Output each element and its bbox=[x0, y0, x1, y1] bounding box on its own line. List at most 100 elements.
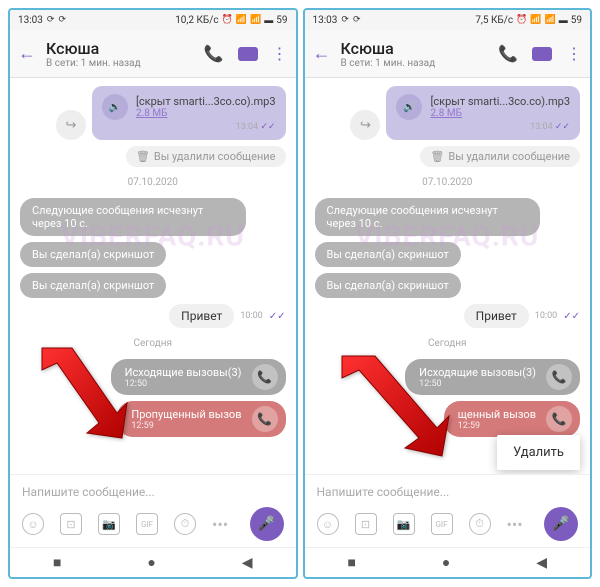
camera-icon[interactable]: 📷 bbox=[393, 513, 415, 535]
msg-time: 13:04 bbox=[530, 122, 552, 132]
more-icon[interactable]: ⋮ bbox=[272, 44, 288, 63]
net-speed: 10,2 КБ/с bbox=[175, 15, 218, 26]
more-icon[interactable]: ••• bbox=[212, 515, 228, 534]
date-divider: Сегодня bbox=[20, 338, 286, 349]
play-icon[interactable]: 🔊 bbox=[396, 94, 422, 120]
missed-call-entry[interactable]: щенный вызов 12:59 📞 bbox=[444, 401, 580, 437]
nav-back-icon[interactable]: ◀ bbox=[242, 555, 253, 571]
date-divider: 07.10.2020 bbox=[20, 177, 286, 188]
alarm-icon: ⏰ bbox=[222, 15, 233, 25]
battery-icon: ▬ bbox=[559, 15, 568, 26]
timer-icon[interactable]: ⏱ bbox=[469, 513, 491, 535]
nav-bar: ■ ● ◀ bbox=[10, 547, 296, 577]
timer-icon[interactable]: ⏱ bbox=[174, 513, 196, 535]
signal-icon: 📶 bbox=[236, 15, 247, 25]
msg-time: 10:00 bbox=[535, 311, 557, 321]
call-label: Пропущенный вызов bbox=[131, 408, 241, 421]
sticker-icon[interactable]: ☺ bbox=[22, 513, 44, 535]
chat-area[interactable]: VIBERFAQ.RU ↪ 🔊 [скрыт smarti...3co.co).… bbox=[10, 78, 296, 474]
input-bar: Напишите сообщение... ☺ ⊡ 📷 GIF ⏱ ••• 🎤 bbox=[10, 474, 296, 547]
screenshot-notice: Вы сделал(а) скриншот bbox=[315, 273, 461, 298]
audio-size: 2.8 МБ bbox=[430, 108, 570, 119]
nav-bar: ■ ● ◀ bbox=[305, 547, 591, 577]
input-bar: Напишите сообщение... ☺ ⊡ 📷 GIF ⏱ ••• 🎤 bbox=[305, 474, 591, 547]
call-label: Исходящие вызовы(3) bbox=[125, 366, 242, 379]
more-icon[interactable]: ••• bbox=[507, 515, 523, 534]
own-message[interactable]: Привет bbox=[169, 304, 234, 328]
ephemeral-notice: Следующие сообщения исчезнут через 10 с. bbox=[315, 198, 541, 236]
own-message[interactable]: Привет bbox=[464, 304, 529, 328]
chat-header: ← Ксюша В сети: 1 мин. назад 📞 ⋮ bbox=[10, 30, 296, 78]
phone-icon[interactable]: 📞 bbox=[252, 406, 278, 432]
call-time: 12:50 bbox=[419, 379, 536, 389]
outgoing-call-entry[interactable]: Исходящие вызовы(3) 12:50 📞 bbox=[111, 359, 286, 395]
gif-icon[interactable]: GIF bbox=[136, 513, 158, 535]
battery-pct: 59 bbox=[571, 15, 582, 26]
play-icon[interactable]: 🔊 bbox=[102, 94, 128, 120]
status-time: 13:03 bbox=[18, 15, 43, 26]
read-ticks-icon: ✓✓ bbox=[260, 122, 275, 132]
more-icon[interactable]: ⋮ bbox=[566, 44, 582, 63]
sync-icon: ⟳ bbox=[353, 15, 361, 25]
gallery-icon[interactable]: ⊡ bbox=[355, 513, 377, 535]
phone-icon[interactable]: 📞 bbox=[252, 364, 278, 390]
msg-time: 13:04 bbox=[236, 122, 258, 132]
nav-home-icon[interactable]: ● bbox=[442, 554, 450, 571]
nav-recent-icon[interactable]: ■ bbox=[53, 554, 61, 571]
net-speed: 7,5 КБ/с bbox=[475, 15, 513, 26]
audio-filename: [скрыт smarti...3co.co).mp3 bbox=[430, 95, 570, 108]
nav-back-icon[interactable]: ◀ bbox=[536, 555, 547, 571]
battery-icon: ▬ bbox=[264, 15, 273, 26]
msg-time: 10:00 bbox=[240, 311, 262, 321]
mic-button[interactable]: 🎤 bbox=[544, 507, 578, 541]
contact-name[interactable]: Ксюша bbox=[46, 39, 204, 58]
contact-status: В сети: 1 мин. назад bbox=[46, 58, 204, 69]
gallery-icon[interactable]: ⊡ bbox=[60, 513, 82, 535]
call-time: 12:59 bbox=[131, 421, 241, 431]
call-label: щенный вызов bbox=[458, 408, 536, 421]
message-input[interactable]: Напишите сообщение... bbox=[317, 481, 579, 503]
call-icon[interactable]: 📞 bbox=[498, 44, 518, 63]
audio-size: 2.8 МБ bbox=[136, 108, 276, 119]
phone-icon[interactable]: 📞 bbox=[546, 364, 572, 390]
mic-button[interactable]: 🎤 bbox=[250, 507, 284, 541]
video-call-icon[interactable] bbox=[532, 47, 552, 61]
date-divider: 07.10.2020 bbox=[315, 177, 581, 188]
sticker-icon[interactable]: ☺ bbox=[317, 513, 339, 535]
read-ticks-icon: ✓✓ bbox=[555, 122, 570, 132]
gif-icon[interactable]: GIF bbox=[431, 513, 453, 535]
wifi-icon: 📶 bbox=[250, 15, 261, 25]
call-icon[interactable]: 📞 bbox=[204, 44, 224, 63]
camera-icon[interactable]: 📷 bbox=[98, 513, 120, 535]
status-time: 13:03 bbox=[313, 15, 338, 26]
read-ticks-icon: ✓✓ bbox=[269, 311, 286, 322]
trash-icon: 🗑 bbox=[430, 150, 444, 163]
outgoing-call-entry[interactable]: Исходящие вызовы(3) 12:50 📞 bbox=[405, 359, 580, 395]
nav-recent-icon[interactable]: ■ bbox=[347, 554, 355, 571]
share-button[interactable]: ↪ bbox=[350, 110, 380, 140]
audio-message[interactable]: 🔊 [скрыт smarti...3co.co).mp3 2.8 МБ 13:… bbox=[92, 86, 286, 140]
back-button[interactable]: ← bbox=[313, 43, 341, 64]
signal-icon: 📶 bbox=[530, 15, 541, 25]
phone-icon[interactable]: 📞 bbox=[546, 406, 572, 432]
read-ticks-icon: ✓✓ bbox=[563, 311, 580, 322]
back-button[interactable]: ← bbox=[18, 43, 46, 64]
battery-pct: 59 bbox=[276, 15, 287, 26]
missed-call-entry[interactable]: Пропущенный вызов 12:59 📞 bbox=[117, 401, 285, 437]
chat-area[interactable]: VIBERFAQ.RU ↪ 🔊 [скрыт smarti...3co.co).… bbox=[305, 78, 591, 474]
screenshot-notice: Вы сделал(а) скриншот bbox=[20, 273, 166, 298]
nav-home-icon[interactable]: ● bbox=[147, 554, 155, 571]
message-input[interactable]: Напишите сообщение... bbox=[22, 481, 284, 503]
audio-message[interactable]: 🔊 [скрыт smarti...3co.co).mp3 2.8 МБ 13:… bbox=[386, 86, 580, 140]
screenshot-notice: Вы сделал(а) скриншот bbox=[315, 242, 461, 267]
deleted-message: 🗑 Вы удалили сообщение bbox=[126, 146, 286, 167]
sync-icon: ⟳ bbox=[58, 15, 66, 25]
call-time: 12:59 bbox=[458, 421, 536, 431]
chat-header: ← Ксюша В сети: 1 мин. назад 📞 ⋮ bbox=[305, 30, 591, 78]
share-button[interactable]: ↪ bbox=[56, 110, 86, 140]
context-menu-delete[interactable]: Удалить bbox=[497, 435, 580, 470]
contact-name[interactable]: Ксюша bbox=[341, 39, 499, 58]
video-call-icon[interactable] bbox=[238, 47, 258, 61]
call-time: 12:50 bbox=[125, 379, 242, 389]
trash-icon: 🗑 bbox=[136, 150, 150, 163]
